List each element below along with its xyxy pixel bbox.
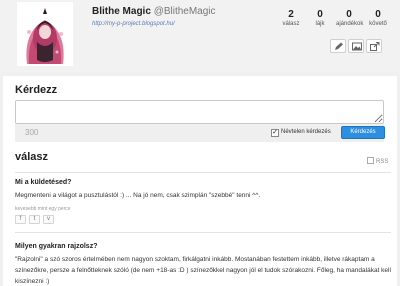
twitter-share-button[interactable]: t xyxy=(29,215,40,224)
answers-section: válasz RSS Mi a küldetésed? Megmenteni a… xyxy=(3,150,397,286)
profile-link[interactable]: http://my-p-project.blogspot.hu/ xyxy=(92,21,175,27)
char-counter: 300 xyxy=(25,128,39,137)
profile-handle: @BlitheMagic xyxy=(153,6,216,17)
stat-value: 2 xyxy=(288,9,294,20)
profile-name: Blithe Magic xyxy=(92,6,151,17)
stat-gifts[interactable]: 0 ajándékok xyxy=(336,9,364,28)
answer-text: "Rajzolni" a szó szoros értelmében nem n… xyxy=(15,256,391,285)
image-icon xyxy=(352,42,362,51)
question-text[interactable]: Milyen gyakran rajzolsz? xyxy=(15,243,97,250)
question-input[interactable] xyxy=(15,100,384,124)
answer-text: Megmenteni a világot a pusztulástól :) .… xyxy=(15,192,261,199)
stat-value: 0 xyxy=(346,9,352,20)
anonymous-checkbox[interactable]: ✓ xyxy=(271,129,279,137)
divider xyxy=(15,172,391,173)
stat-likes[interactable]: 0 lájk xyxy=(307,9,333,28)
question-text[interactable]: Mi a küldetésed? xyxy=(15,179,71,186)
rss-link[interactable]: RSS xyxy=(367,157,388,165)
stat-label: válasz xyxy=(282,21,300,27)
photo-button[interactable] xyxy=(348,39,364,53)
ask-box: Kérdezz 300 ✓ Névtelen kérdezés Kérdezés xyxy=(3,76,397,155)
stat-followers[interactable]: 0 követő xyxy=(365,9,391,28)
divider xyxy=(15,232,391,233)
anonymous-label[interactable]: Névtelen kérdezés xyxy=(281,129,331,135)
edit-button[interactable] xyxy=(330,39,346,53)
rss-icon xyxy=(367,157,374,164)
display-name: Blithe Magic @BlitheMagic xyxy=(92,6,216,17)
stat-label: követő xyxy=(369,21,387,27)
facebook-share-button[interactable]: f xyxy=(15,215,26,224)
rss-label: RSS xyxy=(376,159,389,165)
page: Blithe Magic @BlitheMagic http://my-p-pr… xyxy=(0,0,400,286)
stat-answers[interactable]: 2 válasz xyxy=(278,9,304,28)
stat-value: 0 xyxy=(317,9,323,20)
share-icon xyxy=(370,42,380,51)
avatar[interactable] xyxy=(17,2,73,66)
ask-submit-button[interactable]: Kérdezés xyxy=(341,126,385,139)
stat-value: 0 xyxy=(375,9,381,20)
share-buttons: f t v xyxy=(15,215,75,225)
answer-time[interactable]: kevesebb mint egy perce xyxy=(15,206,71,212)
share-profile-button[interactable] xyxy=(366,39,382,53)
ask-footer: 300 ✓ Névtelen kérdezés Kérdezés xyxy=(15,124,385,142)
pencil-icon xyxy=(335,42,343,50)
ask-title: Kérdezz xyxy=(15,84,58,96)
profile-header: Blithe Magic @BlitheMagic http://my-p-pr… xyxy=(0,0,400,72)
vk-share-button[interactable]: v xyxy=(43,215,54,224)
stat-label: lájk xyxy=(315,21,325,27)
stat-label: ajándékok xyxy=(336,21,364,27)
answers-title: válasz xyxy=(15,151,49,163)
